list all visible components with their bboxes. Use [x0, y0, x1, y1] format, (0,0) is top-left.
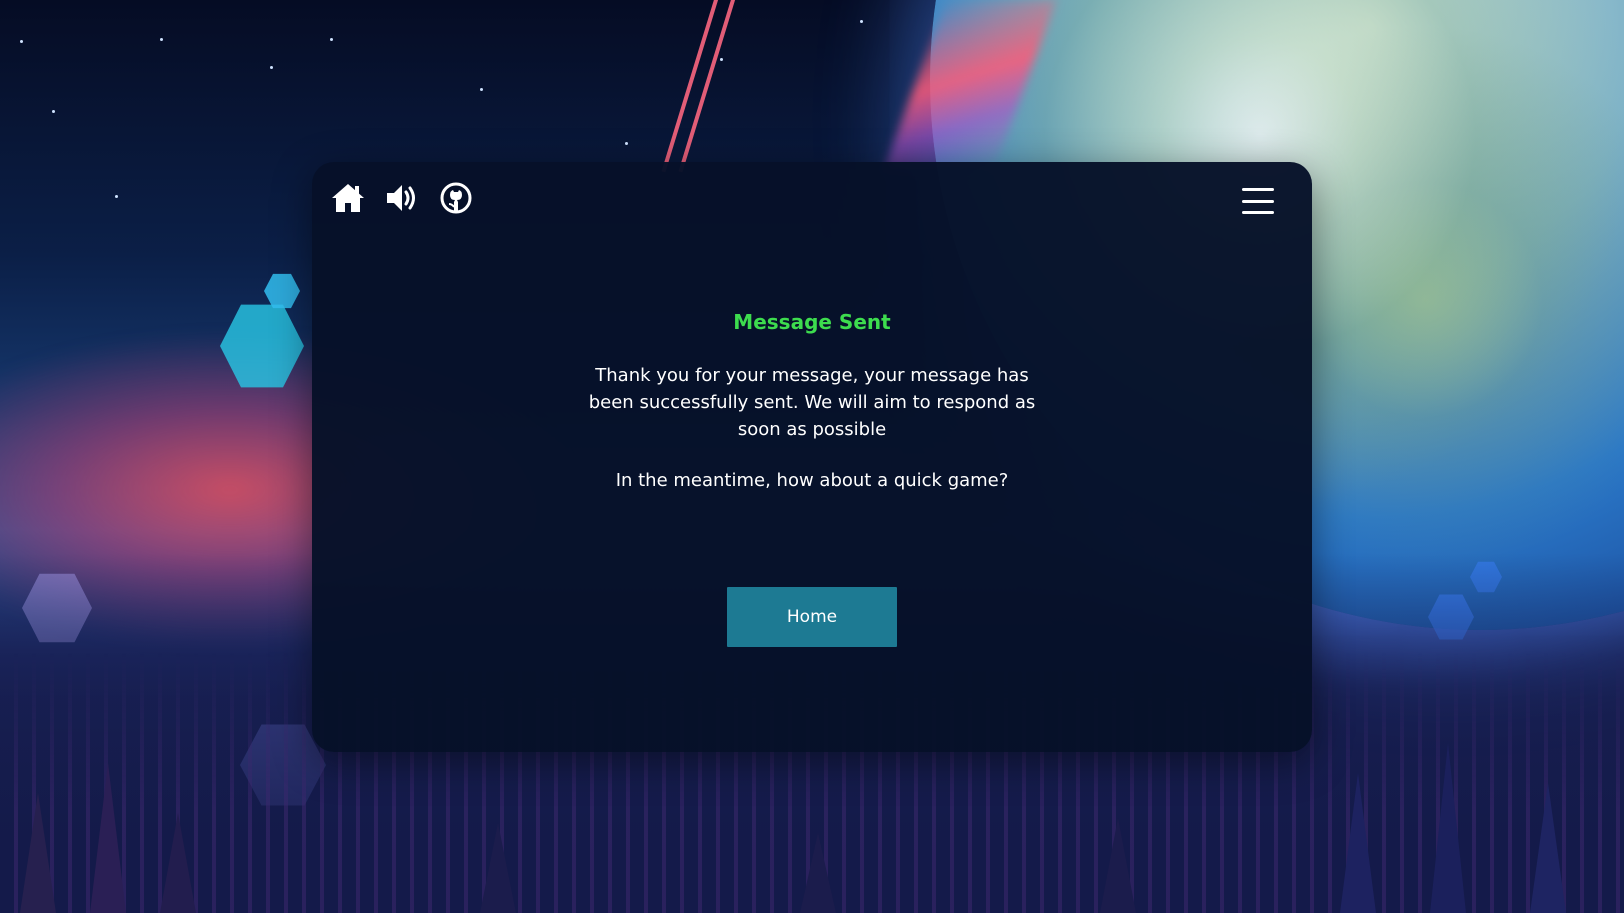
- star: [860, 20, 863, 23]
- volume-icon[interactable]: [384, 180, 420, 216]
- star: [20, 40, 23, 43]
- star: [270, 66, 273, 69]
- github-icon[interactable]: [438, 180, 474, 216]
- message-content: Message Sent Thank you for your message,…: [312, 310, 1312, 491]
- star: [52, 110, 55, 113]
- laser-beam: [661, 0, 724, 173]
- pine-tree: [1100, 818, 1136, 913]
- star: [720, 58, 723, 61]
- pine-tree: [90, 763, 126, 913]
- pine-tree: [20, 793, 56, 913]
- home-button[interactable]: Home: [727, 587, 897, 647]
- pine-tree: [160, 813, 196, 913]
- bokeh-hexagon: [264, 273, 300, 309]
- pine-tree: [1430, 743, 1466, 913]
- pine-tree: [1530, 783, 1566, 913]
- star: [480, 88, 483, 91]
- menu-bar: [1242, 199, 1274, 203]
- game-prompt: In the meantime, how about a quick game?: [615, 470, 1009, 491]
- hamburger-menu-icon[interactable]: [1242, 188, 1274, 214]
- star: [160, 38, 163, 41]
- home-icon[interactable]: [330, 180, 366, 216]
- pine-tree: [800, 833, 836, 913]
- star: [625, 142, 628, 145]
- pine-tree: [480, 823, 516, 913]
- message-title: Message Sent: [733, 310, 891, 334]
- background-scene: Message Sent Thank you for your message,…: [0, 0, 1624, 913]
- menu-bar: [1242, 188, 1274, 191]
- star: [330, 38, 333, 41]
- message-body: Thank you for your message, your message…: [588, 365, 1036, 440]
- toolbar: [330, 180, 474, 216]
- message-panel: Message Sent Thank you for your message,…: [312, 162, 1312, 752]
- menu-bar: [1242, 211, 1274, 214]
- pine-tree: [1340, 773, 1376, 913]
- star: [115, 195, 118, 198]
